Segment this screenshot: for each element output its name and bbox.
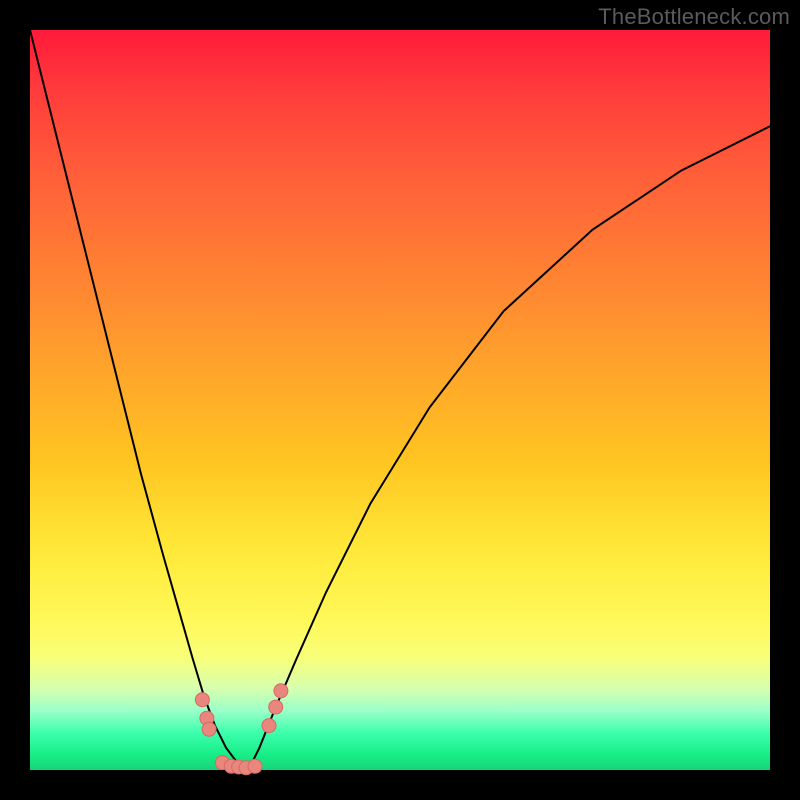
left-curve-line (30, 30, 248, 770)
right-curve-line (248, 126, 770, 770)
data-marker (202, 722, 216, 736)
chart-svg (30, 30, 770, 770)
data-marker (195, 693, 209, 707)
data-marker (248, 759, 262, 773)
chart-frame: TheBottleneck.com (0, 0, 800, 800)
data-marker (274, 684, 288, 698)
data-marker (262, 719, 276, 733)
marker-group (195, 684, 288, 775)
watermark-text: TheBottleneck.com (598, 4, 790, 30)
plot-area (30, 30, 770, 770)
data-marker (269, 700, 283, 714)
